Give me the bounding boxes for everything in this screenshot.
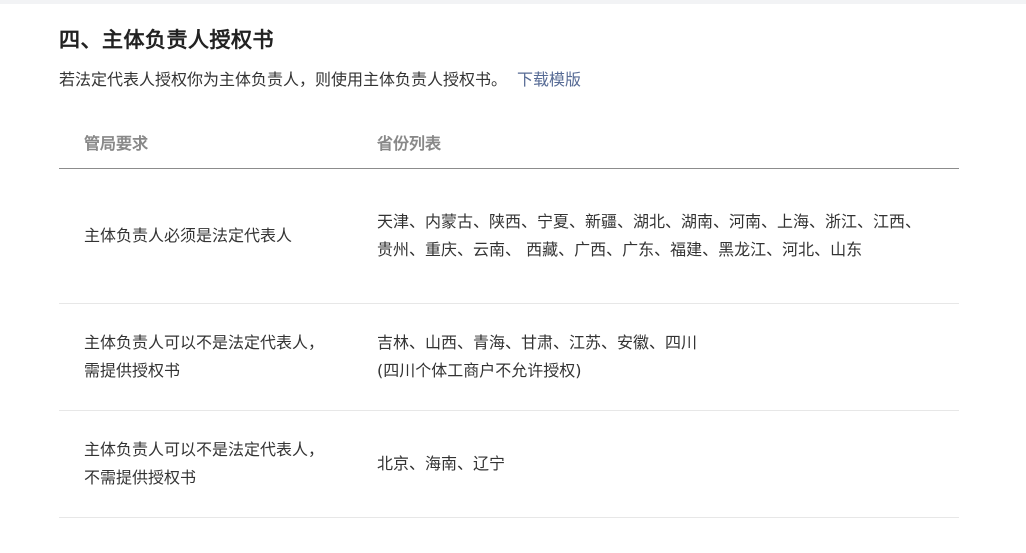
provinces-cell: 吉林、山西、青海、甘肃、江苏、安徽、四川 (四川个体工商户不允许授权) [377,303,959,411]
column-header-requirement: 管局要求 [59,116,377,169]
section-title: 四、主体负责人授权书 [59,28,274,52]
provinces-text: 天津、内蒙古、陕西、宁夏、新疆、湖北、湖南、河南、上海、浙江、江西、贵州、重庆、… [377,212,922,259]
requirement-cell: 主体负责人可以不是法定代表人，不需提供授权书 [59,410,377,518]
requirement-cell: 主体负责人可以不是法定代表人，需提供授权书 [59,303,377,411]
authorization-section: 四、主体负责人授权书 若法定代表人授权你为主体负责人，则使用主体负责人授权书。下… [59,24,959,518]
requirement-cell: 主体负责人必须是法定代表人 [59,168,377,304]
download-template-link[interactable]: 下载模版 [517,70,581,89]
top-divider-bar [0,0,1026,4]
provinces-cell: 北京、海南、辽宁 [377,410,959,518]
section-description: 若法定代表人授权你为主体负责人，则使用主体负责人授权书。 下载模版 [59,68,959,92]
column-header-provinces: 省份列表 [377,116,959,169]
table-row: 主体负责人可以不是法定代表人，需提供授权书 吉林、山西、青海、甘肃、江苏、安徽、… [59,303,959,411]
provinces-cell: 天津、内蒙古、陕西、宁夏、新疆、湖北、湖南、河南、上海、浙江、江西、贵州、重庆、… [377,168,959,304]
provinces-note: (四川个体工商户不允许授权) [377,361,582,380]
provinces-text: 吉林、山西、青海、甘肃、江苏、安徽、四川 [377,333,698,352]
description-text: 若法定代表人授权你为主体负责人，则使用主体负责人授权书。 [59,70,508,89]
provinces-text: 北京、海南、辽宁 [377,454,506,473]
table-row: 主体负责人必须是法定代表人 天津、内蒙古、陕西、宁夏、新疆、湖北、湖南、河南、上… [59,168,959,304]
table-header-row: 管局要求 省份列表 [59,116,959,169]
table-row: 主体负责人可以不是法定代表人，不需提供授权书 北京、海南、辽宁 [59,410,959,518]
requirements-table: 管局要求 省份列表 主体负责人必须是法定代表人 天津、内蒙古、陕西、宁夏、新疆、… [59,116,959,518]
